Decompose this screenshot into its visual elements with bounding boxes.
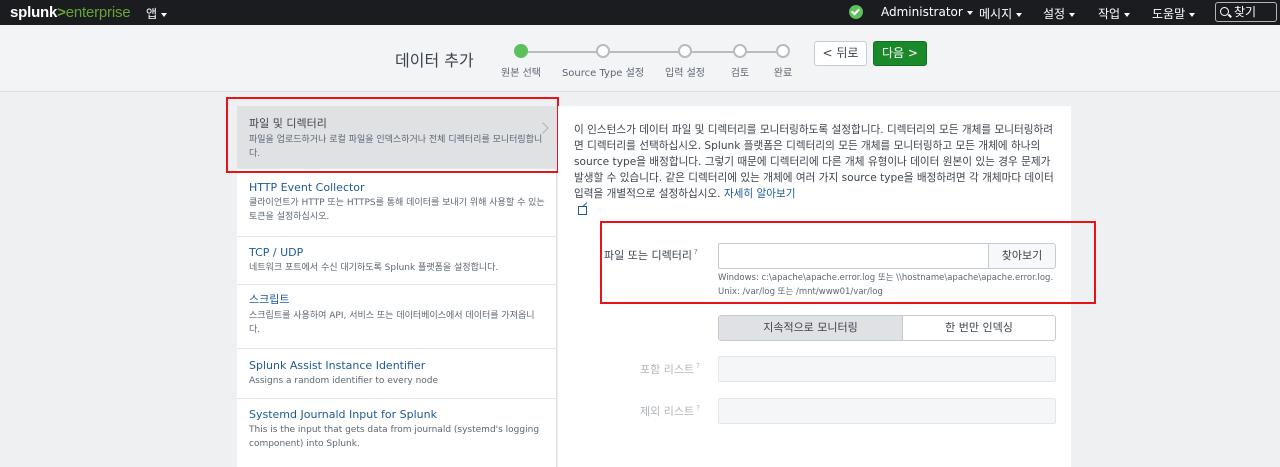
chevron-down-icon xyxy=(966,10,973,15)
source-item-desc: 클라이언트가 HTTP 또는 HTTPS를 통해 데이터를 보내기 위해 사용할… xyxy=(249,198,545,222)
back-button[interactable]: < 뒤로 xyxy=(814,41,867,66)
source-item-desc: Assigns a random identifier to every nod… xyxy=(249,376,439,386)
intro-paragraph: 이 인스턴스가 데이터 파일 및 디렉터리를 모니터링하도록 설정합니다. 디렉… xyxy=(574,124,1054,200)
settings-menu-label: 설정 xyxy=(1043,7,1066,21)
step-label-review: 검토 xyxy=(730,68,750,79)
source-item-title: 스크립트 xyxy=(249,293,290,306)
step-dot-review xyxy=(733,44,747,58)
source-item-title: Splunk Assist Instance Identifier xyxy=(249,359,426,372)
step-dot-sourcetype xyxy=(596,44,610,58)
chevron-down-icon xyxy=(1016,12,1023,17)
whitelist-label-text: 포함 리스트 xyxy=(640,363,695,376)
source-item-title: TCP / UDP xyxy=(249,246,304,259)
source-item-systemd-journald[interactable]: Systemd Journald Input for Splunk This i… xyxy=(237,399,557,467)
logo-product: enterprise xyxy=(65,4,131,21)
check-circle-icon xyxy=(849,5,863,19)
settings-menu[interactable]: 설정 xyxy=(1043,5,1076,22)
user-menu-label: Administrator xyxy=(881,5,963,19)
messages-menu-label: 메시지 xyxy=(979,7,1013,21)
search-label: 찾기 xyxy=(1234,5,1257,19)
file-field-highlight-box xyxy=(600,221,1096,304)
top-navigation-bar: splunk>enterprise 앱 Administrator 메시지 설정… xyxy=(0,0,1280,25)
source-item-title: HTTP Event Collector xyxy=(249,181,365,194)
blacklist-label-text: 제외 리스트 xyxy=(640,405,695,418)
learn-more-link[interactable]: 자세히 알아보기 xyxy=(724,188,796,200)
messages-menu[interactable]: 메시지 xyxy=(979,5,1023,22)
app-menu[interactable]: 앱 xyxy=(146,5,168,22)
page-title: 데이터 추가 xyxy=(395,51,474,70)
source-item-desc: 스크립트를 사용하여 API, 서비스 또는 데이터베이스에서 데이터를 가져옵… xyxy=(249,311,535,335)
search-button[interactable]: 찾기 xyxy=(1215,2,1277,22)
app-menu-label: 앱 xyxy=(146,7,158,21)
external-link-icon[interactable] xyxy=(578,206,587,215)
step-label-input: 입력 설정 xyxy=(665,68,705,79)
chevron-down-icon xyxy=(1124,12,1131,17)
source-item-tcp-udp[interactable]: TCP / UDP 네트워크 포트에서 수신 대기하도록 Splunk 플랫폼을… xyxy=(237,237,557,285)
whitelist-label: 포함 리스트? xyxy=(640,361,700,377)
step-dot-input xyxy=(678,44,692,58)
splunk-logo[interactable]: splunk>enterprise xyxy=(10,4,131,21)
step-label-sourcetype: Source Type 설정 xyxy=(561,68,645,79)
blacklist-label: 제외 리스트? xyxy=(640,403,700,419)
help-icon[interactable]: ? xyxy=(696,404,700,412)
chevron-down-icon xyxy=(1189,12,1196,17)
step-dot-source xyxy=(514,44,528,58)
continuous-monitor-toggle[interactable]: 지속적으로 모니터링 xyxy=(718,315,903,341)
add-data-wizard-header: 데이터 추가 원본 선택 Source Type 설정 입력 설정 검토 완료 … xyxy=(0,25,1280,92)
selection-highlight-box xyxy=(226,97,559,173)
source-item-desc: 네트워크 포트에서 수신 대기하도록 Splunk 플랫폼을 설정합니다. xyxy=(249,263,499,273)
step-label-done: 완료 xyxy=(773,68,793,79)
source-item-splunk-assist[interactable]: Splunk Assist Instance Identifier Assign… xyxy=(237,349,557,399)
source-item-title: Systemd Journald Input for Splunk xyxy=(249,408,437,421)
search-icon xyxy=(1220,7,1229,16)
help-menu[interactable]: 도움말 xyxy=(1152,5,1196,22)
chevron-down-icon xyxy=(161,12,168,17)
logo-brand: splunk xyxy=(10,4,58,21)
chevron-down-icon xyxy=(1069,12,1076,17)
source-item-http-event-collector[interactable]: HTTP Event Collector 클라이언트가 HTTP 또는 HTTP… xyxy=(237,175,557,237)
blacklist-input[interactable] xyxy=(718,398,1056,424)
activity-menu[interactable]: 작업 xyxy=(1098,5,1131,22)
source-item-scripts[interactable]: 스크립트 스크립트를 사용하여 API, 서비스 또는 데이터베이스에서 데이터… xyxy=(237,285,557,349)
whitelist-input[interactable] xyxy=(718,356,1056,382)
logo-separator: > xyxy=(57,4,66,21)
step-label-source: 원본 선택 xyxy=(501,68,541,79)
user-menu[interactable]: Administrator xyxy=(881,5,973,19)
intro-text: 이 인스턴스가 데이터 파일 및 디렉터리를 모니터링하도록 설정합니다. 디렉… xyxy=(574,122,1058,202)
source-item-desc: This is the input that gets data from jo… xyxy=(249,425,540,449)
activity-menu-label: 작업 xyxy=(1098,7,1121,21)
help-menu-label: 도움말 xyxy=(1152,7,1186,21)
step-dot-done xyxy=(776,44,790,58)
next-button[interactable]: 다음 > xyxy=(873,41,927,66)
index-once-toggle[interactable]: 한 번만 인덱싱 xyxy=(902,315,1056,341)
help-icon[interactable]: ? xyxy=(696,362,700,370)
